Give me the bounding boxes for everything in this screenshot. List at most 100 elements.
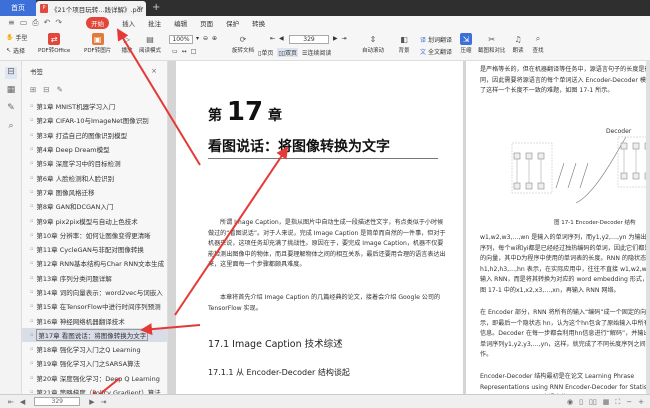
prev-page-icon[interactable]: ◀	[279, 35, 284, 42]
bookmark-item[interactable]: ▫ 第9章 pix2pix模型与自动上色技术	[22, 213, 167, 227]
select-tool-button[interactable]: ↖ 选择	[6, 46, 25, 55]
compress-button[interactable]: ⇲ 压缩	[460, 33, 472, 54]
status-prev-page-icon[interactable]: ◀	[20, 398, 25, 406]
page-number-input[interactable]: 329	[289, 35, 329, 44]
status-first-page-icon[interactable]: ⇤	[8, 398, 14, 406]
bookmark-panel-icon[interactable]: ⊟	[5, 67, 17, 79]
bookmark-item[interactable]: ▫ 第18章 强化学习入门之Q Learning	[22, 342, 167, 356]
continuous-read-button[interactable]: ☰连续阅读	[302, 48, 331, 57]
rotate-button[interactable]: ⟳ 旋转文档	[232, 33, 254, 55]
rotate-icon: ⟳	[239, 34, 247, 44]
bookmark-item[interactable]: ▫ 第8章 GAN和DCGAN入门	[22, 199, 167, 213]
bookmark-item[interactable]: ▫ 第11章 CycleGAN与非配对图像转换	[22, 242, 167, 256]
tab-bar: 首页 P 《21个项目玩转...践详解》.pdf × +	[0, 0, 650, 16]
read-aloud-button[interactable]: ♫ 朗读	[512, 33, 524, 55]
redo-icon[interactable]: ↷	[55, 18, 62, 28]
bookmark-item[interactable]: ▫ 第10章 分辨率：如何让图像变得更清晰	[22, 228, 167, 242]
bookmark-icon: ▫	[30, 246, 34, 253]
bookmark-item[interactable]: ▫ 第1章 MNIST机器学习入门	[22, 99, 167, 113]
status-next-page-icon[interactable]: ▶	[89, 398, 94, 406]
play-button[interactable]: ▷ 播放	[121, 33, 133, 55]
add-bookmark-icon[interactable]: ⊞	[30, 85, 36, 94]
bookmark-item[interactable]: ▫ 第19章 强化学习入门之SARSA算法	[22, 356, 167, 370]
auto-scroll-button[interactable]: ⇕ 自动滚动	[362, 33, 384, 55]
bookmark-label: 第11章 CycleGAN与非配对图像转换	[36, 246, 144, 255]
document-tab[interactable]: P 《21个项目玩转...践详解》.pdf ×	[36, 1, 146, 16]
zoom-input[interactable]: 100%	[169, 35, 193, 44]
bookmark-item[interactable]: ▫ 第2章 CIFAR-10与ImageNet图像识别	[22, 113, 167, 127]
status-last-page-icon[interactable]: ⇥	[101, 398, 107, 406]
single-page-button[interactable]: ▯单页	[258, 48, 273, 57]
bookmark-item[interactable]: ▫ 第13章 序列分类问题详解	[22, 271, 167, 285]
fit-page-icon[interactable]: ▭	[172, 48, 178, 55]
eye-icon[interactable]: ◉	[567, 398, 573, 407]
bookmark-item[interactable]: ▫ 第20章 深度强化学习：Deep Q Learning	[22, 371, 167, 385]
bookmark-item[interactable]: ▫ 第12章 RNN基本结构与Char RNN文本生成	[22, 256, 167, 270]
menu-convert[interactable]: 转换	[252, 18, 265, 28]
edit-bookmark-icon[interactable]: ✎	[57, 85, 63, 94]
fit-width-icon[interactable]: ↔	[182, 48, 187, 55]
zoom-out-icon[interactable]: ⊖	[203, 35, 208, 42]
menu-insert[interactable]: 插入	[122, 18, 135, 28]
last-page-icon[interactable]: ⇥	[342, 35, 347, 42]
delete-bookmark-icon[interactable]: ⊟	[43, 85, 49, 94]
bookmark-item[interactable]: ▫ 第21章 策略梯度（Policy Gradient）算法	[22, 385, 167, 394]
vertical-scrollbar[interactable]	[646, 61, 650, 394]
bookmark-item[interactable]: ▫ 第14章 词的向量表示：word2vec与词嵌入	[22, 285, 167, 299]
grid-view-icon[interactable]: ▦	[603, 398, 610, 407]
background-button[interactable]: ◧ 背景	[398, 33, 410, 55]
first-page-icon[interactable]: ⇤	[270, 35, 275, 42]
thumbnail-icon[interactable]: ▦	[5, 85, 17, 97]
pdf-to-office-button[interactable]: ⇄ PDF转Office	[38, 33, 70, 54]
home-tab[interactable]: 首页	[0, 0, 36, 16]
bookmark-item[interactable]: ▫ 第6章 人脸检测和人脸识别	[22, 170, 167, 184]
menu-icon[interactable]: ≡	[8, 18, 15, 28]
subsection-heading: 17.1.1 从 Encoder-Decoder 结构谈起	[208, 368, 350, 377]
bookmark-label: 第12章 RNN基本结构与Char RNN文本生成	[36, 260, 165, 269]
double-page-button[interactable]: ▯▯双页	[277, 48, 298, 57]
double-view-icon[interactable]: ▯▯	[589, 398, 597, 407]
single-view-icon[interactable]: ▯	[579, 398, 583, 407]
comment-panel-icon[interactable]: ✎	[5, 103, 17, 115]
undo-icon[interactable]: ↶	[44, 18, 51, 28]
screenshot-compare-button[interactable]: ✂ 截图和对比	[478, 33, 506, 55]
close-tab-icon[interactable]: ×	[136, 4, 142, 12]
close-panel-icon[interactable]: ×	[151, 67, 157, 75]
translate-selection-button[interactable]: 译划词翻译	[420, 35, 452, 44]
zoom-out-status-icon[interactable]: −	[626, 398, 632, 407]
actual-size-icon[interactable]: □	[191, 48, 197, 55]
status-bar: ⇤ ◀ 329 ▶ ⇥ ◉ ▯ ▯▯ ▦ ⛶ − +	[0, 394, 650, 408]
bookmark-item[interactable]: ▫ 第4章 Deep Dream模型	[22, 142, 167, 156]
bookmark-item[interactable]: ▫ 第17章 看图说话：将图像转换为文字	[22, 327, 167, 343]
print-icon[interactable]: ⎙	[32, 18, 38, 28]
menu-protect[interactable]: 保护	[226, 18, 239, 28]
search-panel-icon[interactable]: ⌕	[5, 121, 17, 133]
bookmark-icon: ▫	[30, 274, 34, 281]
find-button[interactable]: ⌕ 查找	[532, 33, 544, 54]
title-divider	[208, 158, 438, 159]
zoom-in-icon[interactable]: ⊕	[212, 35, 217, 42]
status-page-input[interactable]: 329	[34, 397, 81, 406]
menu-page[interactable]: 页面	[200, 18, 213, 28]
zoom-in-status-icon[interactable]: +	[638, 398, 644, 407]
menu-edit[interactable]: 编辑	[174, 18, 187, 28]
menu-start[interactable]: 开始	[86, 17, 110, 29]
bookmark-icon: ▫	[30, 217, 34, 224]
zoom-dropdown-icon[interactable]: ▾	[196, 35, 199, 42]
bookmark-item[interactable]: ▫ 第15章 在TensorFlow中进行时间序列预测	[22, 299, 167, 313]
save-icon[interactable]: ▭	[20, 18, 28, 28]
menu-comment[interactable]: 批注	[148, 18, 161, 28]
bookmark-item[interactable]: ▫ 第5章 深度学习中的目标检测	[22, 156, 167, 170]
new-tab-icon[interactable]: +	[152, 2, 160, 13]
full-translate-button[interactable]: 文全文翻译	[420, 47, 452, 56]
read-mode-button[interactable]: ▤ 阅读模式	[139, 33, 161, 55]
bookmark-item[interactable]: ▫ 第7章 图像风格迁移	[22, 185, 167, 199]
right-last-text: Encoder-Decoder 结构最初是在论文 Learning Phrase…	[480, 373, 650, 391]
fullscreen-icon[interactable]: ⛶	[615, 398, 620, 407]
next-page-icon[interactable]: ▶	[333, 35, 338, 42]
bookmark-item[interactable]: ▫ 第16章 神经网络机器翻译技术	[22, 313, 167, 327]
bookmark-item[interactable]: ▫ 第3章 打造自己的图像识别模型	[22, 128, 167, 142]
hand-tool-button[interactable]: ✋ 手型	[6, 33, 28, 42]
bookmark-panel: 书签 × ⊞ ⊟ ✎ ▫ 第1章 MNIST机器学习入门 ▫ 第2章 CIFAR-10…	[22, 61, 168, 394]
pdf-to-image-button[interactable]: ▣ PDF转图片	[84, 33, 111, 54]
